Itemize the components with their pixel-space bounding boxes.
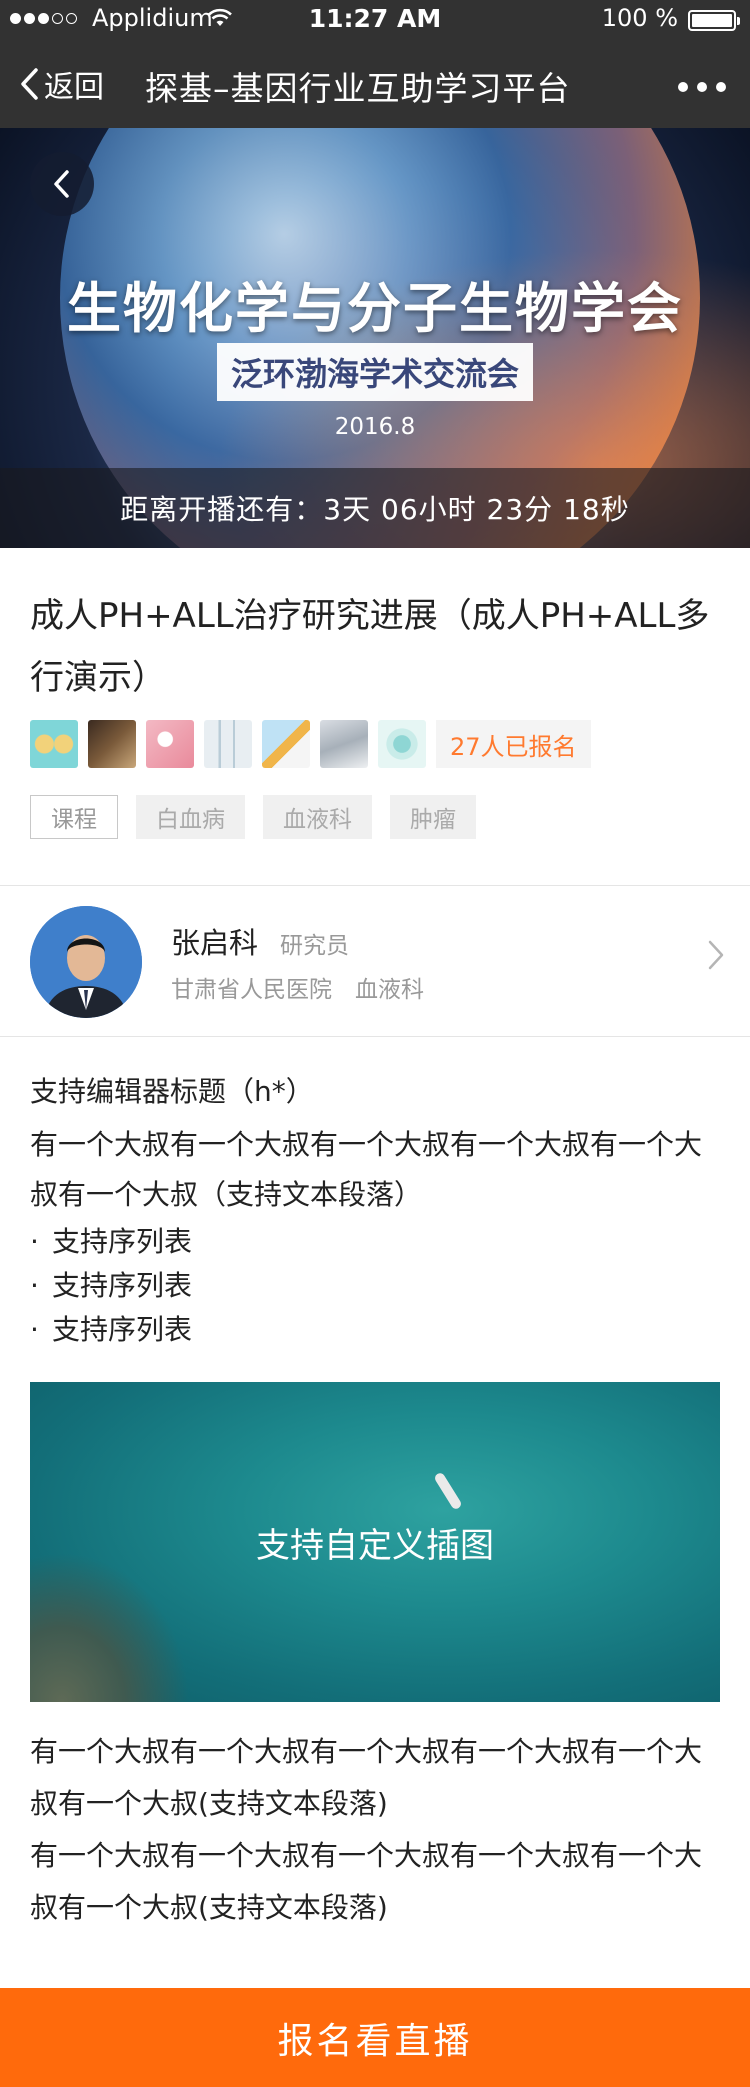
avatar xyxy=(262,720,310,768)
bullet-icon: · xyxy=(30,1269,39,1302)
divider xyxy=(0,1036,750,1037)
banner-title: 生物化学与分子生物学会 xyxy=(67,277,683,340)
list-item: · 支持序列表 xyxy=(30,1308,720,1352)
tag-list: 课程 白血病 血液科 肿瘤 xyxy=(30,795,476,839)
back-button[interactable]: 返回 xyxy=(18,62,104,106)
more-dot-icon xyxy=(716,82,726,92)
content-paragraphs: 有一个大叔有一个大叔有一个大叔有一个大叔有一个大叔有一个大叔(支持文本段落) 有… xyxy=(30,1726,720,1934)
content-heading: 支持编辑器标题（h*） xyxy=(30,1075,314,1108)
battery-percentage: 100 % xyxy=(601,4,678,32)
content-illustration: 支持自定义插图 xyxy=(30,1382,720,1702)
content-paragraph: 有一个大叔有一个大叔有一个大叔有一个大叔有一个大叔有一个大叔（支持文本段落） xyxy=(30,1128,703,1211)
more-dot-icon xyxy=(697,82,707,92)
avatar xyxy=(320,720,368,768)
registered-users[interactable]: 27人已报名 xyxy=(30,720,591,768)
battery-icon xyxy=(688,10,740,31)
chevron-left-icon xyxy=(54,170,69,198)
avatar xyxy=(88,720,136,768)
status-bar: Applidium 11:27 AM 100 % xyxy=(0,0,750,40)
speaker-hospital: 甘肃省人民医院 血液科 xyxy=(171,977,424,1003)
speaker-name: 张启科 xyxy=(171,926,259,960)
banner-date: 2016.8 xyxy=(334,414,416,440)
illustration-caption: 支持自定义插图 xyxy=(256,1526,494,1566)
more-menu-button[interactable] xyxy=(678,82,726,92)
course-description: 支持编辑器标题（h*） 有一个大叔有一个大叔有一个大叔有一个大叔有一个大叔有一个… xyxy=(30,1074,720,1352)
registered-count[interactable]: 27人已报名 xyxy=(436,720,591,768)
tag-leukemia[interactable]: 白血病 xyxy=(136,795,245,839)
tag-tumor[interactable]: 肿瘤 xyxy=(390,795,476,839)
course-title: 成人PH+ALL治疗研究进展（成人PH+ALL多行演示） xyxy=(30,596,710,698)
boat-illustration xyxy=(433,1471,463,1511)
bullet-icon: · xyxy=(30,1313,39,1346)
list-item: · 支持序列表 xyxy=(30,1220,720,1264)
countdown-timer: 距离开播还有：3天 06小时 23分 18秒 xyxy=(0,468,750,548)
nav-bar: 返回 探基–基因行业互助学习平台 xyxy=(0,40,750,128)
tag-course[interactable]: 课程 xyxy=(30,795,118,839)
avatar xyxy=(204,720,252,768)
register-watch-live-button[interactable]: 报名看直播 xyxy=(0,1988,750,2087)
banner-back-button[interactable] xyxy=(30,152,94,216)
list-item: · 支持序列表 xyxy=(30,1264,720,1308)
course-banner: 生物化学与分子生物学会 泛环渤海学术交流会 2016.8 距离开播还有：3天 0… xyxy=(0,128,750,548)
speaker-card[interactable]: 张启科 研究员 甘肃省人民医院 血液科 xyxy=(0,886,750,1036)
bullet-icon: · xyxy=(30,1225,39,1258)
speaker-avatar xyxy=(30,906,142,1018)
avatar xyxy=(146,720,194,768)
avatar xyxy=(378,720,426,768)
avatar xyxy=(30,720,78,768)
back-label: 返回 xyxy=(44,70,104,105)
banner-subtitle: 泛环渤海学术交流会 xyxy=(216,343,533,401)
speaker-role: 研究员 xyxy=(280,933,349,959)
page-title: 探基–基因行业互助学习平台 xyxy=(145,69,571,108)
content-paragraph: 有一个大叔有一个大叔有一个大叔有一个大叔有一个大叔有一个大叔(支持文本段落) xyxy=(30,1839,703,1924)
tag-hematology[interactable]: 血液科 xyxy=(263,795,372,839)
content-paragraph: 有一个大叔有一个大叔有一个大叔有一个大叔有一个大叔有一个大叔(支持文本段落) xyxy=(30,1735,703,1820)
chevron-right-icon xyxy=(708,940,724,974)
chevron-left-icon xyxy=(21,68,38,100)
more-dot-icon xyxy=(678,82,688,92)
